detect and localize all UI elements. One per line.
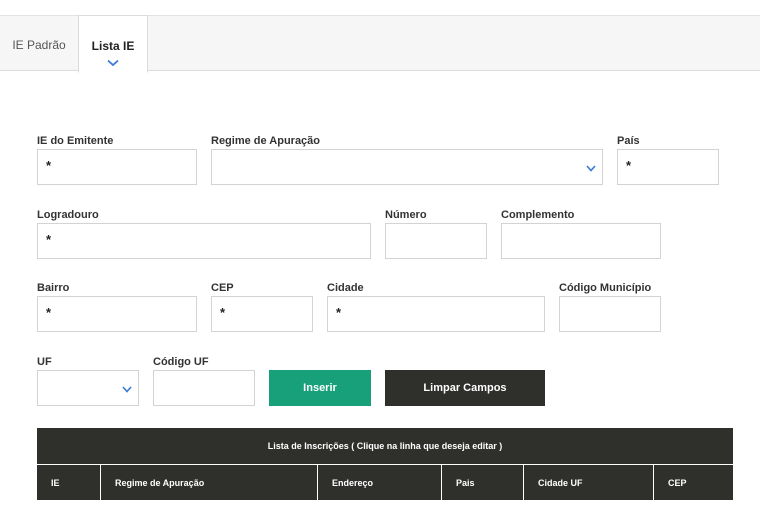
- logradouro-label: Logradouro: [37, 209, 99, 221]
- chevron-down-icon: [122, 386, 132, 393]
- ie-emitente-input[interactable]: *: [37, 149, 197, 185]
- tab-ie-padrao-label: IE Padrão: [12, 38, 66, 52]
- bairro-input[interactable]: *: [37, 296, 197, 332]
- codigo-uf-label: Código UF: [153, 356, 209, 368]
- complemento-label: Complemento: [501, 209, 575, 221]
- tab-bar: IE Padrão Lista IE: [0, 15, 760, 73]
- pais-input[interactable]: *: [617, 149, 719, 185]
- limpar-campos-button[interactable]: Limpar Campos: [385, 370, 545, 406]
- uf-label: UF: [37, 356, 52, 368]
- bairro-label: Bairro: [37, 282, 70, 294]
- numero-label: Número: [385, 209, 427, 221]
- logradouro-value: *: [46, 232, 52, 247]
- column-header-ie: IE: [37, 464, 101, 500]
- regime-label: Regime de Apuração: [211, 135, 321, 147]
- pais-value: *: [626, 158, 632, 173]
- tab-lista-ie[interactable]: Lista IE: [78, 15, 148, 73]
- cep-input[interactable]: *: [211, 296, 313, 332]
- column-header-cidade-uf: Cidade UF: [524, 464, 654, 500]
- cidade-label: Cidade: [327, 282, 364, 294]
- regime-select[interactable]: [211, 149, 603, 185]
- complemento-input[interactable]: [501, 223, 661, 259]
- cidade-input[interactable]: *: [327, 296, 545, 332]
- cidade-value: *: [336, 305, 342, 320]
- bairro-value: *: [46, 305, 52, 320]
- numero-input[interactable]: [385, 223, 487, 259]
- table-header-row: IE Regime de Apuração Endereço Pais Cida…: [37, 464, 733, 500]
- inscricoes-table: Lista de Inscrições ( Clique na linha qu…: [37, 428, 733, 500]
- column-header-regime: Regime de Apuração: [101, 464, 318, 500]
- column-header-cep: CEP: [654, 464, 733, 500]
- chevron-down-icon: [107, 59, 119, 67]
- column-header-pais: Pais: [442, 464, 524, 500]
- cep-label: CEP: [211, 282, 234, 294]
- ie-emitente-value: *: [46, 158, 52, 173]
- table-caption: Lista de Inscrições ( Clique na linha qu…: [37, 428, 733, 464]
- uf-select[interactable]: [37, 370, 139, 406]
- column-header-endereco: Endereço: [318, 464, 442, 500]
- tab-ie-padrao[interactable]: IE Padrão: [0, 16, 79, 72]
- chevron-down-icon: [586, 165, 596, 172]
- logradouro-input[interactable]: *: [37, 223, 371, 259]
- codigo-municipio-input[interactable]: [559, 296, 661, 332]
- cep-value: *: [220, 305, 226, 320]
- inserir-button[interactable]: Inserir: [269, 370, 371, 406]
- codigo-uf-input[interactable]: [153, 370, 255, 406]
- codigo-municipio-label: Código Município: [559, 282, 652, 294]
- pais-label: País: [617, 135, 640, 147]
- ie-emitente-label: IE do Emitente: [37, 135, 114, 147]
- tab-lista-ie-label: Lista IE: [91, 39, 135, 53]
